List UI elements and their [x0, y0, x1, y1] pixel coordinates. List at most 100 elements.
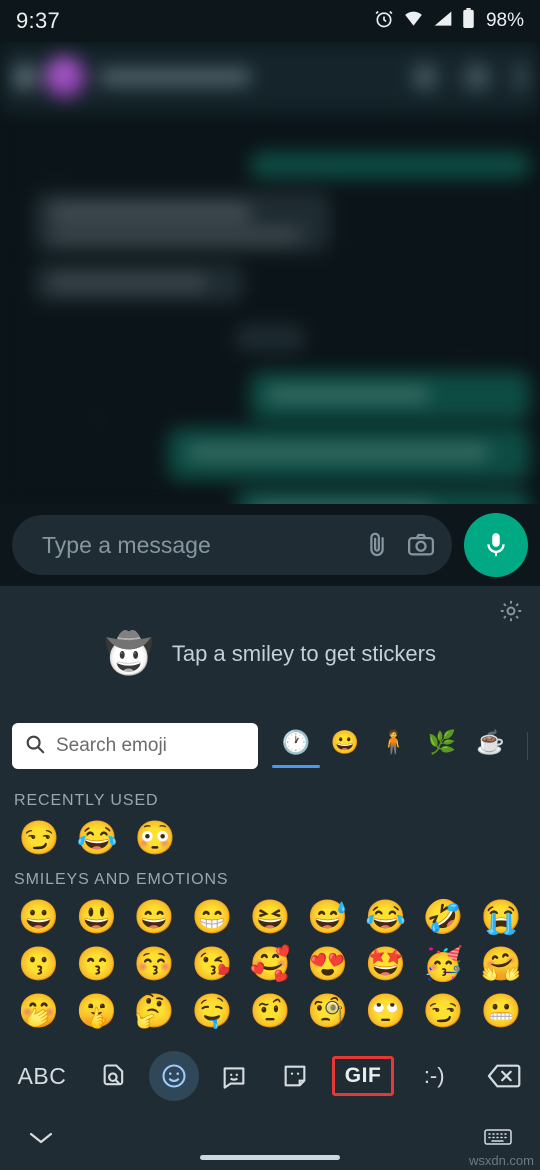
emoji-cell[interactable]: 😘: [183, 940, 241, 987]
system-nav-bar: wsxdn.com: [0, 1108, 540, 1170]
chat-bubble-outgoing: [236, 490, 530, 504]
abc-key[interactable]: ABC: [0, 1063, 84, 1090]
avatar-sticker-key[interactable]: [265, 1062, 325, 1090]
chat-header-actions: [412, 64, 526, 90]
section-title-recently-used: RECENTLY USED: [14, 792, 159, 809]
chat-date-chip: [234, 325, 306, 351]
emoji-row: 😀 😃 😄 😁 😆 😅 😂 🤣 😭: [0, 893, 540, 940]
emoji-cell[interactable]: 😍: [299, 940, 357, 987]
voice-call-icon[interactable]: [464, 64, 490, 90]
emoji-cell[interactable]: 😚: [126, 940, 184, 987]
emoji-key-circle[interactable]: [149, 1051, 200, 1101]
gif-key[interactable]: GIF: [325, 1056, 402, 1096]
emoji-row-recent: 😏 😂 😳: [0, 814, 540, 861]
emoji-cell[interactable]: 😏: [414, 987, 472, 1034]
overflow-menu-icon[interactable]: [516, 64, 526, 90]
emoji-tab-animals-nature[interactable]: 🌿: [428, 730, 457, 762]
wifi-icon: [403, 9, 424, 34]
chevron-down-icon[interactable]: [28, 1126, 54, 1152]
emoji-tab-smileys[interactable]: 😀: [330, 730, 359, 762]
sticker-search-key[interactable]: [84, 1062, 144, 1090]
emoji-cell[interactable]: 😂: [357, 893, 415, 940]
emoji-cell[interactable]: 🤔: [126, 987, 184, 1034]
emoji-key[interactable]: [144, 1051, 204, 1101]
emoji-cell[interactable]: 🤗: [472, 940, 530, 987]
paperclip-icon[interactable]: [362, 530, 392, 560]
emoji-cell[interactable]: 🥰: [241, 940, 299, 987]
contact-name: [100, 69, 250, 85]
status-time: 9:37: [16, 8, 61, 33]
sticker-hint-text: Tap a smiley to get stickers: [171, 641, 436, 666]
back-icon[interactable]: [14, 66, 36, 88]
chat-bubble-outgoing: [168, 428, 530, 480]
chat-bubble-outgoing: [250, 372, 530, 420]
battery-percent: 98%: [485, 10, 524, 31]
camera-icon[interactable]: [406, 530, 436, 560]
emoji-tab-people[interactable]: 🧍: [379, 730, 408, 762]
emoji-cell[interactable]: 😆: [241, 893, 299, 940]
emoji-cell[interactable]: 🤤: [183, 987, 241, 1034]
message-input-placeholder[interactable]: Type a message: [42, 532, 348, 559]
keyboard-icon[interactable]: [484, 1127, 512, 1152]
sticker-suggestion-strip: 🤠 Tap a smiley to get stickers: [0, 586, 540, 710]
gear-icon[interactable]: [498, 598, 524, 629]
backspace-key[interactable]: [467, 1062, 540, 1090]
gif-key-label[interactable]: GIF: [332, 1056, 395, 1096]
sticker-hint[interactable]: 🤠 Tap a smiley to get stickers: [0, 634, 540, 674]
contact-avatar[interactable]: [44, 56, 86, 98]
emoji-tab-recent[interactable]: 🕐: [271, 730, 320, 768]
emoji-cell[interactable]: 😳: [126, 814, 184, 861]
emoji-cell[interactable]: 🤭: [10, 987, 68, 1034]
emoji-keyboard: Search emoji 🕐 😀 🧍 🌿 ☕ RECENTLY USED 😏 😂…: [0, 710, 540, 1170]
emoji-tab-food-drink[interactable]: ☕: [476, 730, 505, 762]
section-title-smileys: SMILEYS AND EMOTIONS: [14, 871, 229, 888]
search-emoji-input[interactable]: Search emoji: [12, 723, 258, 769]
search-emoji-placeholder: Search emoji: [56, 735, 167, 756]
emoji-cell[interactable]: 😃: [68, 893, 126, 940]
emoji-category-tabs: 🕐 😀 🧍 🌿 ☕: [271, 730, 528, 768]
tab-divider: [527, 732, 528, 760]
chat-bubble-incoming: [34, 192, 330, 252]
emoticon-key[interactable]: :-): [401, 1063, 467, 1089]
battery-icon: [462, 8, 475, 34]
video-call-icon[interactable]: [412, 64, 438, 90]
emoji-cell[interactable]: 🧐: [299, 987, 357, 1034]
emoji-cell[interactable]: 😙: [68, 940, 126, 987]
status-bar: 9:37 98%: [0, 0, 540, 42]
status-icons: 98%: [374, 8, 524, 34]
emoji-cell[interactable]: 🤩: [357, 940, 415, 987]
keyboard-bottom-row: ABC GIF:-): [0, 1044, 540, 1108]
chat-header[interactable]: [0, 42, 540, 112]
emoji-row: 😗 😙 😚 😘 🥰 😍 🤩 🥳 🤗: [0, 940, 540, 987]
emoji-cell[interactable]: 🥳: [414, 940, 472, 987]
voice-record-button[interactable]: [464, 513, 528, 577]
emoji-cell[interactable]: 😬: [472, 987, 530, 1034]
sticker-preview-icon: 🤠: [104, 632, 154, 676]
phone-screen: 9:37 98% Type a message 🤠 Tap a smiley t…: [0, 0, 540, 1170]
emoji-cell[interactable]: 😭: [472, 893, 530, 940]
emoji-row: 🤭 🤫 🤔 🤤 🤨 🧐 🙄 😏 😬: [0, 987, 540, 1034]
sticker-key[interactable]: [204, 1062, 264, 1090]
emoji-cell[interactable]: 😅: [299, 893, 357, 940]
emoji-cell[interactable]: 😏: [10, 814, 68, 861]
watermark: wsxdn.com: [468, 1153, 534, 1168]
chat-bubble-incoming: [34, 264, 244, 302]
emoji-cell[interactable]: 🤨: [241, 987, 299, 1034]
alarm-icon: [374, 9, 394, 34]
emoji-cell[interactable]: 🤫: [68, 987, 126, 1034]
emoji-cell[interactable]: 😁: [183, 893, 241, 940]
message-input-pill[interactable]: smiley-icon Type a message: [12, 515, 452, 575]
signal-icon: [433, 9, 453, 34]
search-icon: [24, 733, 46, 760]
message-input-row: smiley-icon Type a message: [0, 504, 540, 586]
emoji-cell[interactable]: 🤣: [414, 893, 472, 940]
home-pill[interactable]: [200, 1155, 340, 1160]
emoji-cell[interactable]: 😂: [68, 814, 126, 861]
emoji-cell[interactable]: 😗: [10, 940, 68, 987]
emoji-keyboard-toolbar: Search emoji 🕐 😀 🧍 🌿 ☕: [0, 710, 540, 782]
emoji-cell[interactable]: 😀: [10, 893, 68, 940]
emoji-cell[interactable]: 🙄: [357, 987, 415, 1034]
emoji-cell[interactable]: 😄: [126, 893, 184, 940]
chat-blurred-content: [0, 42, 540, 504]
chat-bubble-outgoing: [250, 152, 530, 178]
